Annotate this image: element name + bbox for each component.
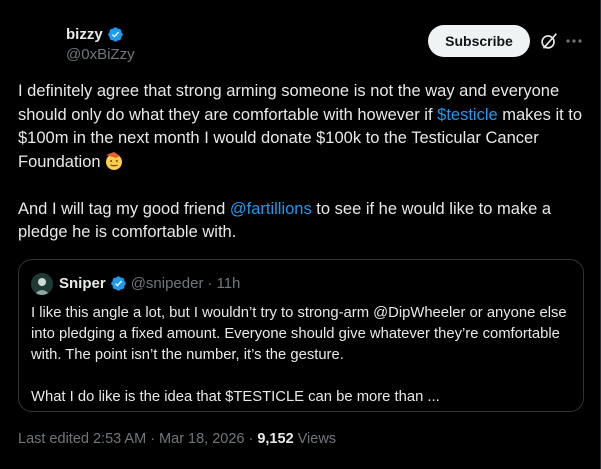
author-display-name[interactable]: bizzy: [66, 26, 103, 43]
quoted-paragraph: What I do like is the idea that $TESTICL…: [31, 389, 440, 405]
subscribe-button[interactable]: Subscribe: [428, 25, 530, 57]
author-handle[interactable]: @0xBiZzy: [66, 46, 135, 63]
quoted-paragraph: I like this angle a lot, but I wouldn’t …: [31, 305, 567, 363]
quoted-handle[interactable]: @snipeder: [131, 275, 204, 292]
views-label: Views: [297, 431, 337, 447]
post-meta: Last edited 2:53 AM · Mar 18, 2026 · 9,1…: [18, 431, 336, 447]
salute-face-emoji-icon: [105, 151, 122, 170]
quoted-text: I like this angle a lot, but I wouldn’t …: [31, 303, 571, 408]
post-detail: bizzy @0xBiZzy Subscribe I definitely ag…: [0, 0, 601, 469]
quoted-timestamp[interactable]: 11h: [216, 275, 240, 292]
verified-badge-icon: [110, 276, 126, 291]
author-name-row: bizzy: [66, 26, 124, 43]
mention-link[interactable]: @fartillions: [230, 200, 312, 218]
cashtag-link[interactable]: $testicle: [437, 106, 498, 124]
quoted-display-name[interactable]: Sniper: [59, 275, 106, 292]
grok-icon[interactable]: [538, 30, 560, 52]
tweet-text-part: And I will tag my good friend: [18, 199, 230, 218]
verified-badge-icon: [107, 27, 123, 42]
meta-separator: ·: [248, 431, 254, 447]
quoted-post[interactable]: Sniper @snipeder · 11h I like this angle…: [18, 259, 584, 412]
more-icon[interactable]: [563, 30, 585, 52]
quoted-name-row: Sniper @snipeder · 11h: [59, 275, 240, 292]
quoted-author-avatar[interactable]: [31, 273, 53, 295]
views-count: 9,152: [257, 431, 294, 447]
tweet-text: I definitely agree that strong arming so…: [18, 80, 588, 245]
quoted-separator: ·: [207, 275, 213, 292]
edited-timestamp[interactable]: Last edited 2:53 AM · Mar 18, 2026: [18, 431, 245, 447]
author-avatar[interactable]: [16, 16, 56, 56]
